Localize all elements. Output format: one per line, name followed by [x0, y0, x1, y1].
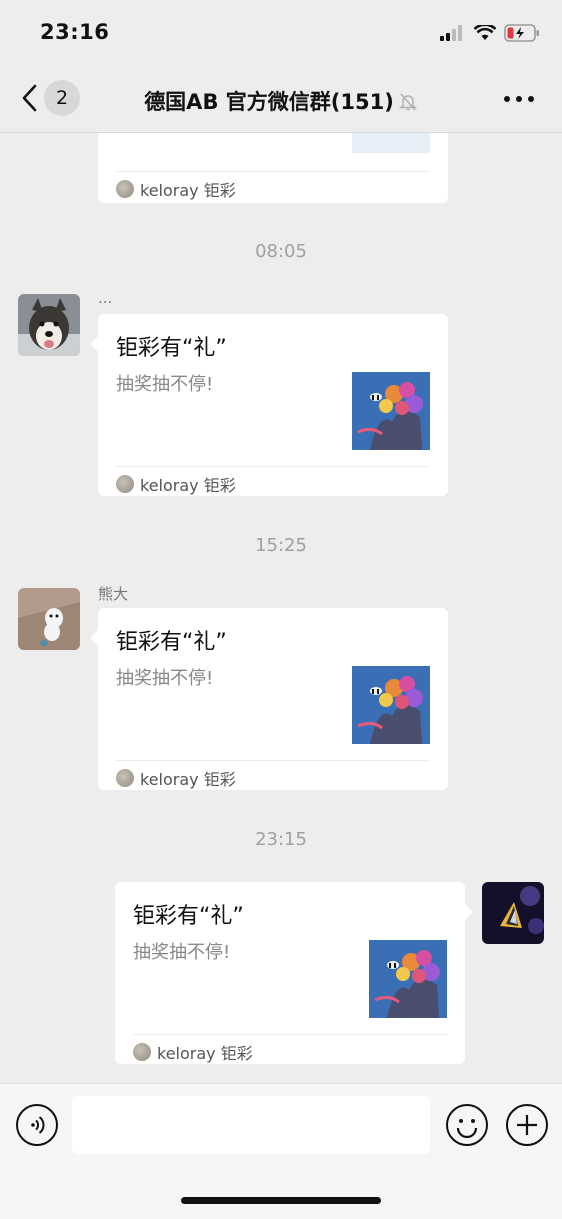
source-logo-icon — [133, 1043, 151, 1061]
timestamp: 15:25 — [255, 535, 307, 556]
chat-header: 2 德国AB 官方微信群(151) — [0, 66, 562, 133]
voice-input-button[interactable] — [16, 1104, 58, 1146]
card-description: 抽奖抽不停! — [133, 942, 231, 963]
status-time: 23:16 — [40, 20, 110, 44]
card-source: keloray 钜彩 — [116, 766, 236, 790]
sender-name: 熊大 — [98, 585, 129, 603]
status-icons — [440, 24, 540, 42]
card-source-label: keloray 钜彩 — [157, 1044, 253, 1063]
smiley-icon — [456, 1119, 478, 1139]
card-source-label: keloray 钜彩 — [140, 770, 236, 789]
source-logo-icon — [116, 475, 134, 493]
plus-icon — [517, 1115, 537, 1135]
signal-icon — [440, 25, 462, 41]
link-card[interactable]: 钜彩有“礼” 抽奖抽不停! keloray 钜彩 — [90, 608, 448, 790]
coral-reef-image — [369, 940, 447, 1018]
more-options-button[interactable] — [504, 96, 534, 102]
coral-reef-image — [352, 666, 430, 744]
more-dot — [528, 96, 534, 102]
card-thumbnail — [352, 133, 430, 153]
avatar[interactable] — [18, 294, 80, 356]
more-functions-button[interactable] — [506, 1104, 548, 1146]
status-bar: 23:16 — [0, 0, 562, 66]
chat-messages[interactable]: keloray 钜彩 08:05 ... 钜彩有“礼” 抽奖抽不停! kelor… — [0, 133, 562, 1083]
timestamp: 23:15 — [255, 829, 307, 850]
card-source: keloray 钜彩 — [133, 1040, 253, 1064]
bubble-tail — [90, 630, 98, 646]
card-thumbnail — [352, 666, 430, 744]
card-title: 钜彩有“礼” — [116, 336, 227, 361]
chat-title: 德国AB 官方微信群(151) — [0, 86, 562, 116]
card-thumbnail — [352, 372, 430, 450]
mute-bell-icon — [398, 93, 418, 111]
fish-avatar-image — [482, 882, 544, 944]
bubble-tail — [465, 904, 473, 920]
card-description: 抽奖抽不停! — [116, 668, 214, 689]
card-divider — [116, 760, 430, 761]
card-source: keloray 钜彩 — [116, 472, 236, 496]
my-avatar[interactable] — [482, 882, 544, 944]
coral-reef-image — [352, 372, 430, 450]
card-title: 钜彩有“礼” — [133, 904, 244, 929]
more-dot — [516, 96, 522, 102]
sender-name: ... — [98, 289, 113, 307]
source-logo-icon — [116, 769, 134, 787]
link-card[interactable]: keloray 钜彩 — [98, 133, 448, 203]
card-source-label: keloray 钜彩 — [140, 181, 236, 200]
card-source-label: keloray 钜彩 — [140, 476, 236, 495]
emoji-button[interactable] — [446, 1104, 488, 1146]
chat-title-text: 德国AB 官方微信群(151) — [144, 90, 394, 114]
source-logo-icon — [116, 180, 134, 198]
card-description: 抽奖抽不停! — [116, 374, 214, 395]
card-thumbnail — [369, 940, 447, 1018]
bubble-tail — [90, 336, 98, 352]
message-input[interactable] — [72, 1096, 430, 1154]
card-divider — [116, 466, 430, 467]
voice-icon — [31, 1116, 45, 1134]
link-card[interactable]: 钜彩有“礼” 抽奖抽不停! keloray 钜彩 — [90, 314, 448, 496]
home-indicator — [181, 1197, 381, 1204]
card-divider — [116, 171, 430, 172]
timestamp: 08:05 — [255, 241, 307, 262]
link-card[interactable]: 钜彩有“礼” 抽奖抽不停! keloray 钜彩 — [115, 882, 473, 1064]
dog-avatar-image — [18, 294, 80, 356]
more-dot — [504, 96, 510, 102]
avatar[interactable] — [18, 588, 80, 650]
polar-bear-avatar-image — [18, 588, 80, 650]
wifi-icon — [474, 25, 496, 40]
card-title: 钜彩有“礼” — [116, 630, 227, 655]
card-source: keloray 钜彩 — [116, 177, 236, 201]
battery-icon — [504, 24, 539, 42]
card-divider — [133, 1034, 447, 1035]
